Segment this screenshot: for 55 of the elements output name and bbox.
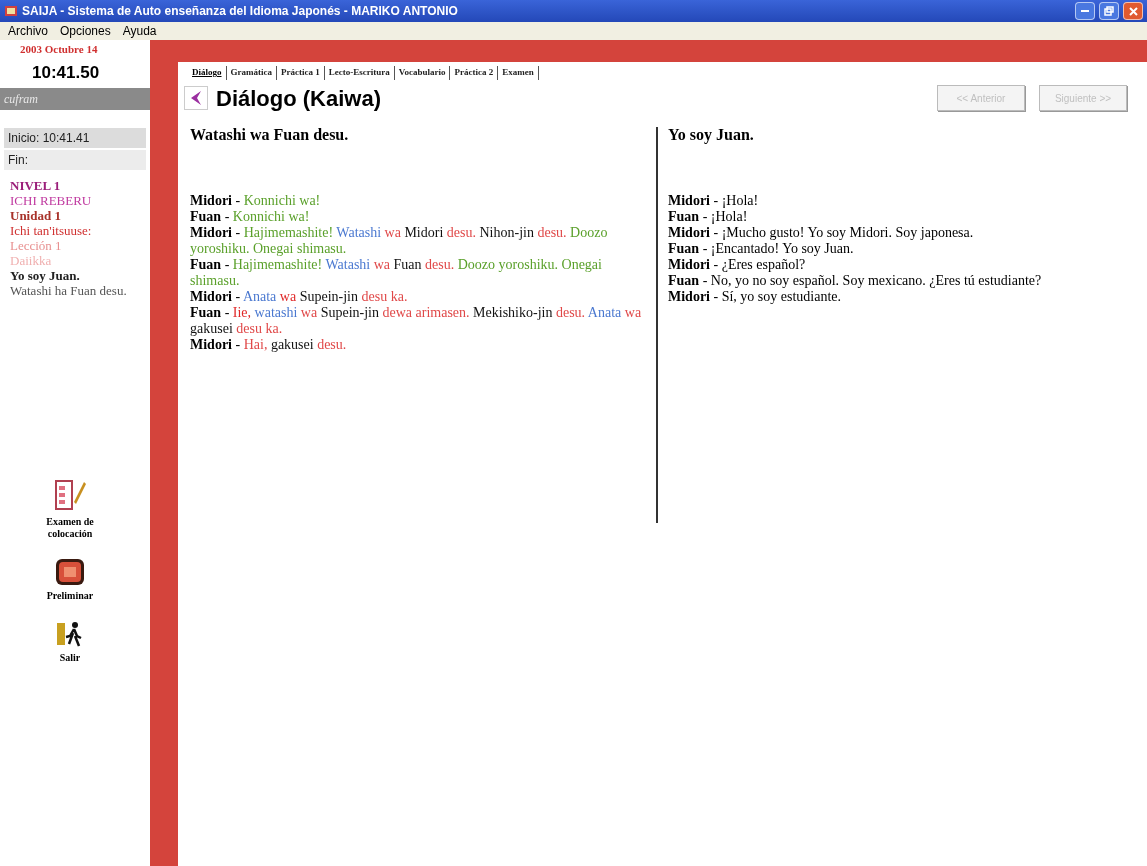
restore-icon xyxy=(1104,6,1114,16)
page-heading: Diálogo (Kaiwa) xyxy=(216,84,382,113)
sidebar-item: Unidad 1 xyxy=(10,208,61,223)
dialogue-line: Fuan - Iie, watashi wa Supein-jin dewa arimasen. Mekishiko-jin desu. Anata wa gakusei desu ka. xyxy=(190,304,643,337)
dialogue-line: Midori - Anata wa Supein-jin desu ka. xyxy=(190,288,409,305)
end-time: Fin: xyxy=(8,152,28,169)
menu-item[interactable]: Opciones xyxy=(60,22,111,40)
close-button[interactable] xyxy=(1123,2,1143,20)
dialogue-line: Midori - ¡Mucho gusto! Yo soy Midori. Soy japonesa. xyxy=(668,224,975,241)
close-icon xyxy=(1128,6,1138,16)
tab[interactable]: Práctica 2 xyxy=(450,66,499,80)
menu-item[interactable]: Ayuda xyxy=(122,22,157,40)
dialogue-line: Midori - ¿Eres español? xyxy=(668,256,807,273)
dialogue-line: Fuan - Hajimemashite! Watashi wa Fuan desu. Doozo yoroshiku. Onegai shimasu. xyxy=(190,256,603,289)
tab[interactable]: Lecto-Escritura xyxy=(324,66,395,80)
tab[interactable]: Gramática xyxy=(226,66,277,80)
dialogue-line: Midori - Sí, yo soy estudiante. xyxy=(668,288,843,305)
sidebar-item: Ichi tan'itsuuse: xyxy=(10,223,92,238)
dialogue-line: Fuan - Konnichi wa! xyxy=(190,208,311,225)
tab[interactable]: Diálogo xyxy=(188,66,227,80)
notebook-pen-icon xyxy=(54,478,86,512)
menu-item[interactable]: Archivo xyxy=(8,22,48,40)
minimize-button[interactable] xyxy=(1075,2,1095,20)
dialogue-line: Midori - Konnichi wa! xyxy=(190,192,322,209)
back-arrow-icon xyxy=(189,90,203,106)
start-time: Inicio: 10:41.41 xyxy=(8,130,90,147)
sidebar-item: NIVEL 1 xyxy=(10,178,61,193)
dialogue-title: Watashi wa Fuan desu. xyxy=(190,126,350,143)
dialogue-line: Midori - Hai, gakusei desu. xyxy=(190,336,348,353)
action-label[interactable]: Preliminar xyxy=(35,590,105,602)
sidebar-item: Lección 1 xyxy=(10,238,62,253)
sidebar-item: Watashi ha Fuan desu. xyxy=(10,283,127,298)
window-title: SAIJA - Sistema de Auto enseñanza del Idioma Japonés - MARIKO ANTONIO xyxy=(22,3,459,20)
minimize-icon xyxy=(1081,10,1089,12)
date-label: 2003 Octubre 14 xyxy=(19,42,99,57)
action-label[interactable]: Salir xyxy=(35,652,105,664)
dialogue-line: Fuan - ¡Encantado! Yo soy Juan. xyxy=(668,240,855,257)
restore-button[interactable] xyxy=(1099,2,1119,20)
dialogue-line: Fuan - ¡Hola! xyxy=(668,208,749,225)
dialogue-title: Yo soy Juan. xyxy=(668,126,755,143)
app-icon xyxy=(4,4,18,18)
clock-label: 10:41.50 xyxy=(31,61,101,84)
tab[interactable]: Examen xyxy=(498,66,539,80)
tab[interactable]: Vocabulario xyxy=(394,66,451,80)
dialogue-line: Midori - ¡Hola! xyxy=(668,192,760,209)
action-label[interactable]: Examen de colocación xyxy=(35,516,105,540)
back-button[interactable] xyxy=(184,86,208,110)
dialogue-line: Midori - Hajimemashite! Watashi wa Midori desu. Nihon-jin desu. Doozo yoroshiku. Onegai shimasu. xyxy=(190,224,609,257)
sidebar-item: Daiikka xyxy=(10,253,52,268)
tab[interactable]: Práctica 1 xyxy=(277,66,325,80)
book-icon xyxy=(55,558,85,586)
user-name: cufram xyxy=(4,91,38,108)
sidebar-item: ICHI REBERU xyxy=(10,193,92,208)
sidebar-item: Yo soy Juan. xyxy=(10,268,80,283)
dialogue-line: Fuan - No, yo no soy español. Soy mexicano. ¿Eres tú estudiante? xyxy=(668,272,1043,289)
